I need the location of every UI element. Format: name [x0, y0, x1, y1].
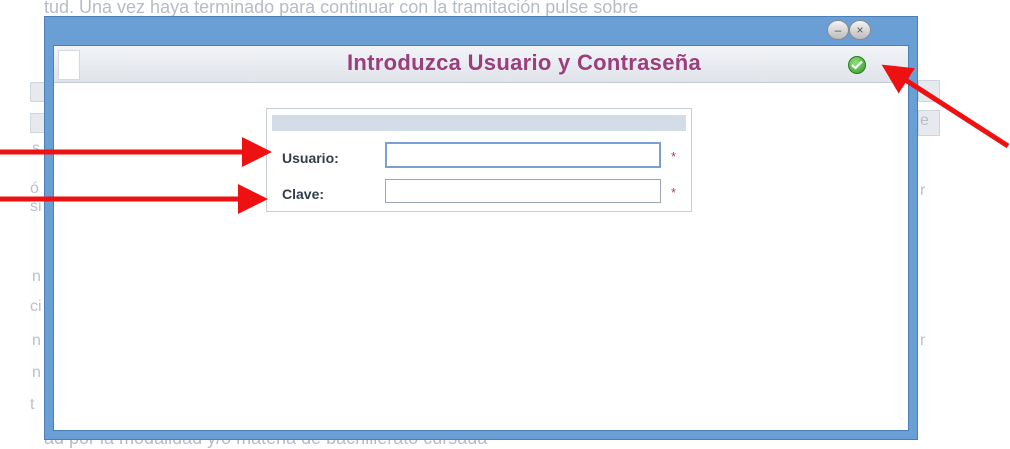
annotation-arrows [0, 64, 1010, 214]
arrow-to-ok-icon [881, 64, 1010, 149]
